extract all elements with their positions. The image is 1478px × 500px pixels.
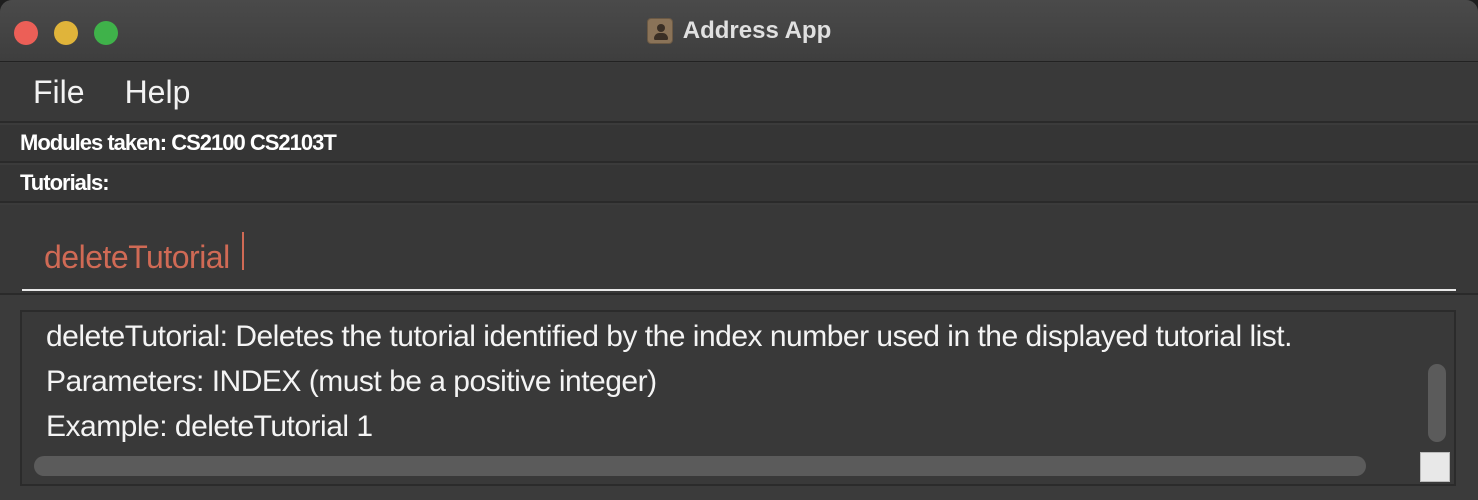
scroll-corner	[1420, 452, 1450, 482]
app-window: Address App File Help Modules taken: CS2…	[0, 0, 1478, 500]
menu-help[interactable]: Help	[125, 74, 191, 111]
modules-taken-row: Modules taken: CS2100 CS2103T	[0, 125, 1478, 163]
title-bar[interactable]: Address App	[0, 0, 1478, 62]
menu-file[interactable]: File	[33, 74, 85, 111]
result-display[interactable]: deleteTutorial: Deletes the tutorial ide…	[20, 310, 1456, 486]
command-input[interactable]	[22, 225, 1456, 291]
horizontal-scrollbar[interactable]	[34, 456, 1366, 476]
title-group: Address App	[0, 0, 1478, 62]
vertical-scrollbar[interactable]	[1428, 364, 1446, 442]
tutorials-label: Tutorials:	[20, 170, 110, 195]
modules-taken-label: Modules taken: CS2100 CS2103T	[20, 130, 337, 155]
window-title: Address App	[682, 17, 832, 44]
address-book-icon	[646, 18, 673, 44]
command-box	[0, 205, 1478, 295]
tutorials-row: Tutorials:	[0, 165, 1478, 203]
menu-bar: File Help	[0, 63, 1478, 123]
text-caret	[242, 232, 244, 270]
result-text: deleteTutorial: Deletes the tutorial ide…	[46, 320, 1292, 443]
